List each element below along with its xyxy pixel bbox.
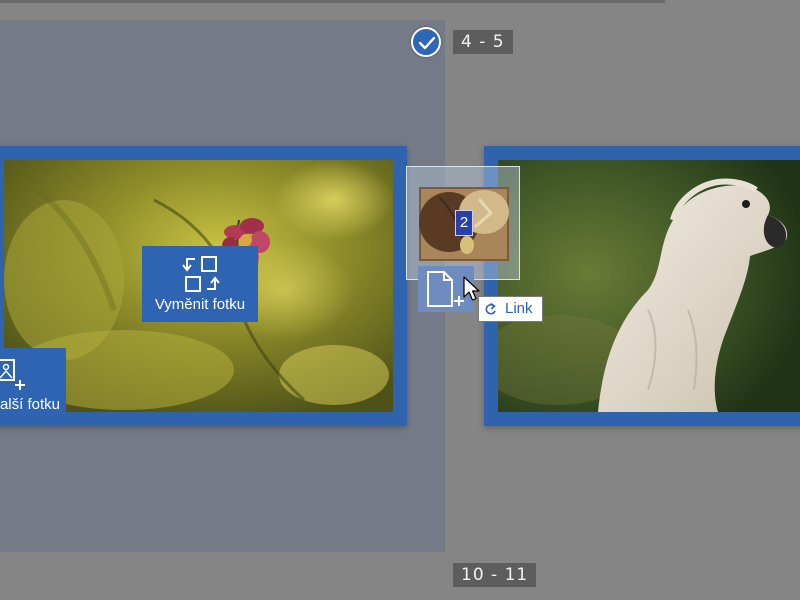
add-photo-label: alší fotku (0, 396, 60, 413)
photobook-editor-canvas: 4 - 5 Vyměnit fotku alší fotku 2 Link 10… (0, 0, 800, 600)
swap-photo-button[interactable]: Vyměnit fotku (142, 246, 258, 322)
swap-photo-icon (182, 256, 220, 292)
spread-page-numbers-bottom: 10 - 11 (453, 563, 537, 587)
link-icon (485, 302, 496, 315)
link-tooltip-label: Link (505, 300, 533, 317)
cockatoo-photo (498, 160, 800, 412)
add-photo-icon (0, 359, 25, 390)
previous-spread-edge (0, 0, 665, 3)
drag-count-badge: 2 (455, 210, 473, 236)
swap-photo-label: Vyměnit fotku (154, 296, 246, 313)
spread-page-numbers-top: 4 - 5 (453, 30, 513, 54)
drag-preview: 2 (406, 166, 520, 280)
checkmark-icon[interactable] (411, 27, 441, 57)
link-drop-tooltip: Link (478, 296, 543, 322)
add-photo-button[interactable]: alší fotku (0, 348, 66, 414)
photo-frame-cockatoo[interactable] (484, 146, 800, 426)
